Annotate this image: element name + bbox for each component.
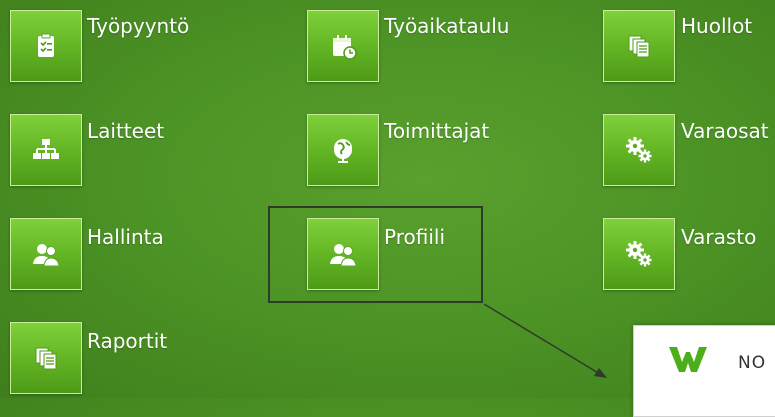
brand-text: NO [738, 353, 767, 373]
brand-popup: NO [633, 325, 775, 417]
w-logo-icon [668, 344, 708, 374]
